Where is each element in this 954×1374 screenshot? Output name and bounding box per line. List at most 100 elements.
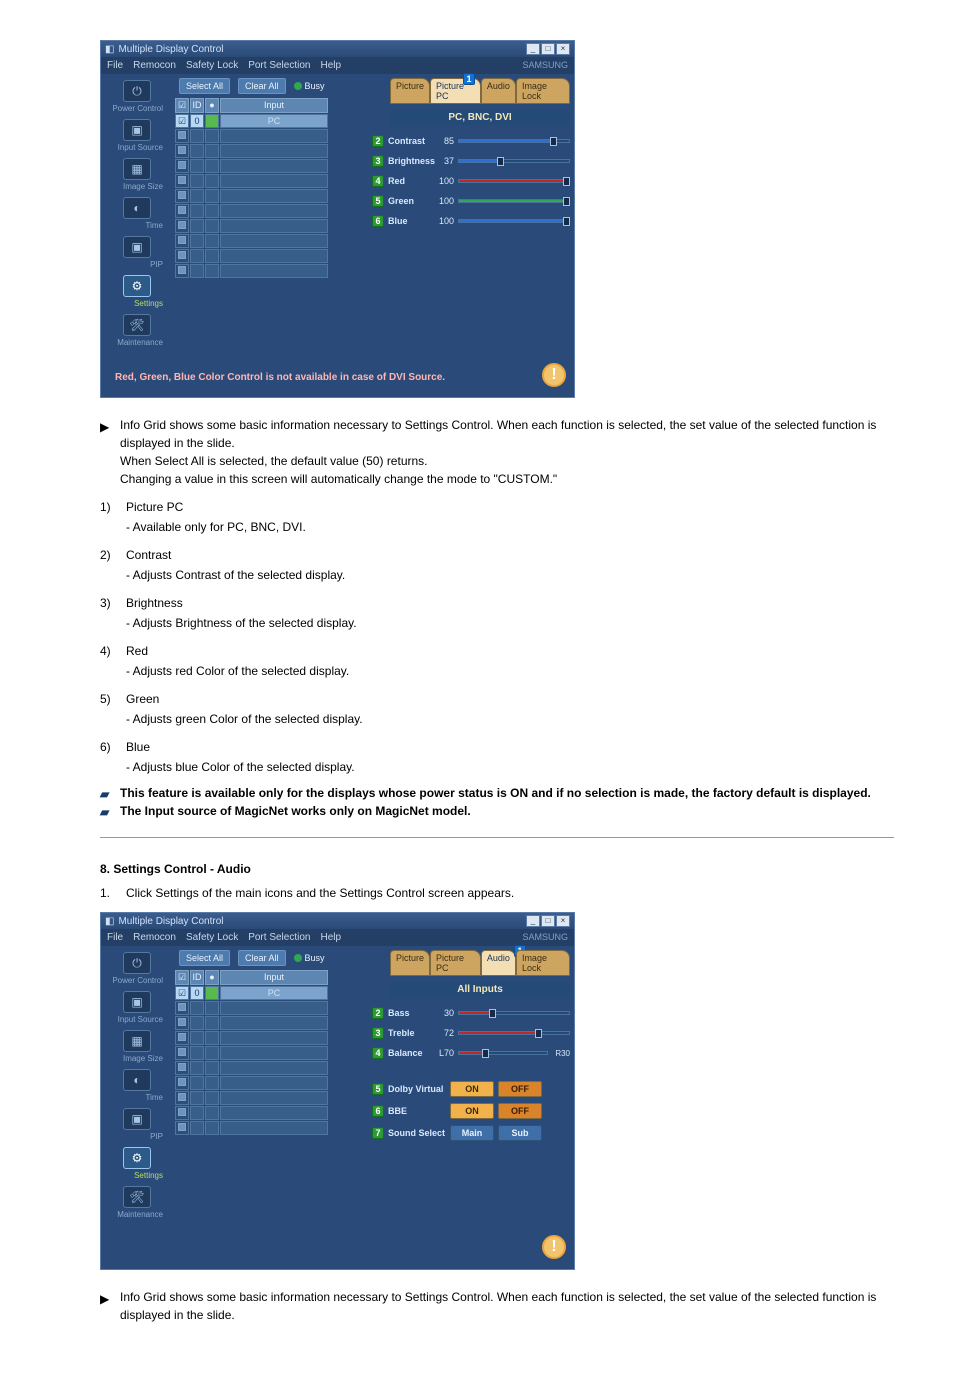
slider-track[interactable] <box>458 139 570 143</box>
nav-image-size[interactable]: ▦ Image Size <box>107 158 167 191</box>
menu-help[interactable]: Help <box>320 60 341 71</box>
minimize-button[interactable]: _ <box>526 43 540 55</box>
nav-image-size[interactable]: ▦Image Size <box>107 1030 167 1063</box>
nav-maintenance[interactable]: 🛠 Maintenance <box>107 314 167 347</box>
item-3-title: Brightness <box>126 594 183 612</box>
nav-settings[interactable]: ⚙ Settings <box>107 275 167 308</box>
select-all-button[interactable]: Select All <box>179 950 230 966</box>
intro-text: Info Grid shows some basic information n… <box>120 416 894 488</box>
mdc-window-audio: ◧ Multiple Display Control _ □ × File Re… <box>100 912 575 1270</box>
callout-3: 3 <box>372 1027 384 1039</box>
time-icon: ◐ <box>123 1069 151 1091</box>
menu-file[interactable]: File <box>107 60 123 71</box>
slider-red[interactable]: 4 Red 100 <box>390 175 570 187</box>
tab-picture[interactable]: Picture <box>390 78 430 104</box>
item-2-title: Contrast <box>126 546 171 564</box>
row-checkbox[interactable]: ☑ <box>175 114 189 128</box>
arrow-icon: ▶ <box>100 1288 112 1324</box>
slider-brightness[interactable]: 3 Brightness 37 <box>390 155 570 167</box>
grid-row-empty <box>175 234 384 248</box>
tab-picture-pc[interactable]: Picture PC <box>430 950 481 976</box>
menu-port-selection[interactable]: Port Selection <box>248 932 310 943</box>
grid-row-empty <box>175 1106 384 1120</box>
nav-pip[interactable]: ▣ PIP <box>107 236 167 269</box>
row-checkbox[interactable]: ☑ <box>175 986 189 1000</box>
callout-7: 7 <box>372 1127 384 1139</box>
tab-image-lock[interactable]: Image Lock <box>516 78 570 104</box>
dolby-on-button[interactable]: ON <box>450 1081 494 1097</box>
slider-balance[interactable]: 4 Balance L70 R30 <box>390 1047 570 1059</box>
menu-port-selection[interactable]: Port Selection <box>248 60 310 71</box>
slider-blue[interactable]: 6 Blue 100 <box>390 215 570 227</box>
clear-all-button[interactable]: Clear All <box>238 78 286 94</box>
slider-contrast[interactable]: 2 Contrast 85 <box>390 135 570 147</box>
callout-1: 1 <box>463 73 475 85</box>
tab-picture[interactable]: Picture <box>390 950 430 976</box>
step-1-num: 1. <box>100 884 118 902</box>
slider-track[interactable] <box>458 159 570 163</box>
item-5-num: 5) <box>100 690 118 708</box>
slider-track[interactable] <box>458 179 570 183</box>
maximize-button[interactable]: □ <box>541 43 555 55</box>
nav-pip[interactable]: ▣PIP <box>107 1108 167 1141</box>
menu-file[interactable]: File <box>107 932 123 943</box>
nav-power-control[interactable]: ⏻Power Control <box>107 952 167 985</box>
menu-safety-lock[interactable]: Safety Lock <box>186 932 238 943</box>
slider-track[interactable] <box>458 219 570 223</box>
row-input: PC <box>220 114 328 128</box>
nav-time[interactable]: ◐Time <box>107 1069 167 1102</box>
center-panel: Select All Clear All Busy ☑ ID ● Input ☑… <box>173 946 386 1225</box>
close-button[interactable]: × <box>556 43 570 55</box>
nav-maintenance[interactable]: 🛠Maintenance <box>107 1186 167 1219</box>
footer-bar: ! <box>103 1231 572 1267</box>
menu-remocon[interactable]: Remocon <box>133 932 176 943</box>
minimize-button[interactable]: _ <box>526 915 540 927</box>
sound-select-sub-button[interactable]: Sub <box>498 1125 542 1141</box>
nav-time[interactable]: ◐ Time <box>107 197 167 230</box>
grid-row-0[interactable]: ☑ 0 PC <box>175 986 384 1000</box>
grid-row-empty <box>175 219 384 233</box>
grid-row-0[interactable]: ☑ 0 PC <box>175 114 384 128</box>
menu-remocon[interactable]: Remocon <box>133 60 176 71</box>
menu-help[interactable]: Help <box>320 932 341 943</box>
menubar: File Remocon Safety Lock Port Selection … <box>101 57 574 74</box>
tab-audio[interactable]: Audio <box>481 78 516 104</box>
settings-panel-audio: Picture Picture PC Audio1 Image Lock All… <box>386 946 574 1225</box>
clear-all-button[interactable]: Clear All <box>238 950 286 966</box>
tab-image-lock[interactable]: Image Lock <box>516 950 570 976</box>
nav-power-control[interactable]: ⏻ Power Control <box>107 80 167 113</box>
grid-row-empty <box>175 1061 384 1075</box>
item-4-desc: - Adjusts red Color of the selected disp… <box>100 662 894 680</box>
slider-track[interactable] <box>458 199 570 203</box>
slider-green[interactable]: 5 Green 100 <box>390 195 570 207</box>
mode-label: PC, BNC, DVI <box>390 110 570 125</box>
tab-audio[interactable]: Audio1 <box>481 950 516 976</box>
grid-row-empty <box>175 1046 384 1060</box>
dolby-off-button[interactable]: OFF <box>498 1081 542 1097</box>
nav-input-source[interactable]: ▣Input Source <box>107 991 167 1024</box>
nav-input-source[interactable]: ▣ Input Source <box>107 119 167 152</box>
menu-safety-lock[interactable]: Safety Lock <box>186 60 238 71</box>
bbe-off-button[interactable]: OFF <box>498 1103 542 1119</box>
sound-select-main-button[interactable]: Main <box>450 1125 494 1141</box>
tab-picture-pc[interactable]: Picture PC1 <box>430 78 481 104</box>
image-size-icon: ▦ <box>123 1030 151 1052</box>
grid-row-empty <box>175 174 384 188</box>
pip-icon: ▣ <box>123 236 151 258</box>
slider-treble[interactable]: 3 Treble 72 <box>390 1027 570 1039</box>
item-3-num: 3) <box>100 594 118 612</box>
item-2-num: 2) <box>100 546 118 564</box>
bbe-on-button[interactable]: ON <box>450 1103 494 1119</box>
item-5-desc: - Adjusts green Color of the selected di… <box>100 710 894 728</box>
close-button[interactable]: × <box>556 915 570 927</box>
callout-6: 6 <box>372 215 384 227</box>
left-nav: ⏻ Power Control ▣ Input Source ▦ Image S… <box>101 74 173 353</box>
select-all-button[interactable]: Select All <box>179 78 230 94</box>
item-6-title: Blue <box>126 738 150 756</box>
grid-row-empty <box>175 1121 384 1135</box>
nav-settings[interactable]: ⚙Settings <box>107 1147 167 1180</box>
maximize-button[interactable]: □ <box>541 915 555 927</box>
slider-bass[interactable]: 2 Bass 30 <box>390 1007 570 1019</box>
footer-bar: Red, Green, Blue Color Control is not av… <box>103 359 572 395</box>
grid-header-input: Input <box>220 98 328 113</box>
